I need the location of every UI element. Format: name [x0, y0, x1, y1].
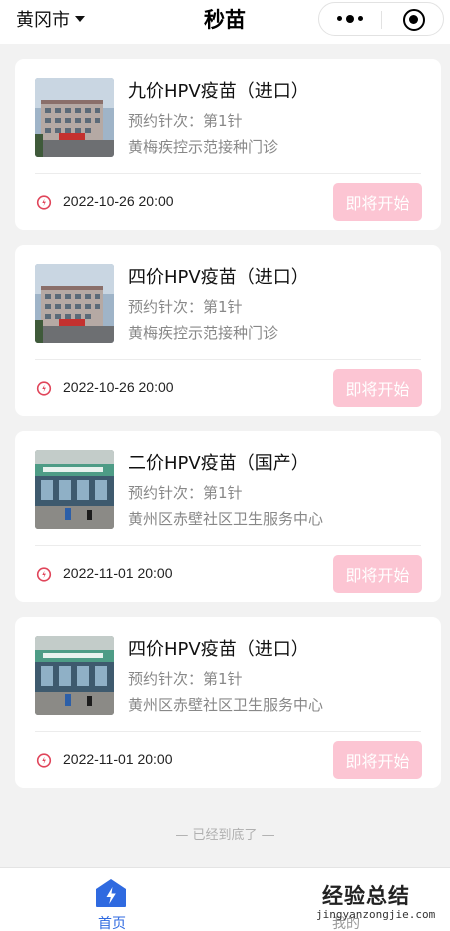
start-time: 2022-10-26 20:00 — [63, 193, 174, 209]
watermark-main: 经验总结 — [322, 884, 410, 908]
start-time: 2022-11-01 20:00 — [63, 565, 173, 581]
clinic-name: 黄梅疾控示范接种门诊 — [128, 138, 279, 156]
close-circle-icon[interactable] — [403, 9, 425, 31]
start-time: 2022-10-26 20:00 — [63, 379, 174, 395]
start-time: 2022-11-01 20:00 — [63, 751, 173, 767]
card-divider — [35, 359, 421, 360]
coming-soon-button[interactable]: 即将开始 — [333, 741, 422, 779]
miniprogram-capsule — [318, 2, 444, 36]
tab-home-label: 首页 — [98, 916, 126, 931]
clinic-name: 黄梅疾控示范接种门诊 — [128, 324, 279, 342]
vaccine-name: 九价HPV疫苗（进口） — [128, 81, 309, 102]
coming-soon-button[interactable]: 即将开始 — [333, 555, 422, 593]
vaccine-name: 二价HPV疫苗（国产） — [128, 453, 309, 474]
clock-icon — [36, 195, 52, 210]
card-divider — [35, 731, 421, 732]
coming-soon-button[interactable]: 即将开始 — [333, 369, 422, 407]
coming-soon-button[interactable]: 即将开始 — [333, 183, 422, 221]
dose-info: 预约针次：第1针 — [128, 298, 243, 316]
watermark-sub: jingyanzongjie.com — [316, 908, 436, 921]
card-divider — [35, 545, 421, 546]
tab-home[interactable]: 首页 — [80, 876, 144, 931]
vaccine-name: 四价HPV疫苗（进口） — [128, 267, 309, 288]
clinic-photo — [35, 636, 114, 715]
vaccine-card[interactable]: 九价HPV疫苗（进口） 预约针次：第1针 黄梅疾控示范接种门诊 2022-10-… — [15, 59, 441, 230]
clinic-photo — [35, 264, 114, 343]
clinic-photo — [35, 78, 114, 157]
vaccine-card[interactable]: 四价HPV疫苗（进口） 预约针次：第1针 黄州区赤壁社区卫生服务中心 2022-… — [15, 617, 441, 788]
clinic-name: 黄州区赤壁社区卫生服务中心 — [128, 696, 324, 714]
clock-icon — [36, 381, 52, 396]
vaccine-card[interactable]: 二价HPV疫苗（国产） 预约针次：第1针 黄州区赤壁社区卫生服务中心 2022-… — [15, 431, 441, 602]
dose-info: 预约针次：第1针 — [128, 670, 243, 688]
capsule-divider — [381, 11, 382, 29]
clock-icon — [36, 567, 52, 582]
end-of-list-note: — 已经到底了 — — [175, 828, 275, 843]
home-lightning-icon — [96, 879, 126, 907]
clinic-photo — [35, 450, 114, 529]
clinic-name: 黄州区赤壁社区卫生服务中心 — [128, 510, 324, 528]
card-divider — [35, 173, 421, 174]
header: 黄冈市 秒苗 — [0, 0, 450, 44]
watermark: 经验总结 jingyanzongjie.com — [316, 880, 446, 928]
dose-info: 预约针次：第1针 — [128, 112, 243, 130]
vaccine-name: 四价HPV疫苗（进口） — [128, 639, 309, 660]
clock-icon — [36, 753, 52, 768]
vaccine-card[interactable]: 四价HPV疫苗（进口） 预约针次：第1针 黄梅疾控示范接种门诊 2022-10-… — [15, 245, 441, 416]
more-icon[interactable] — [337, 13, 363, 25]
dose-info: 预约针次：第1针 — [128, 484, 243, 502]
